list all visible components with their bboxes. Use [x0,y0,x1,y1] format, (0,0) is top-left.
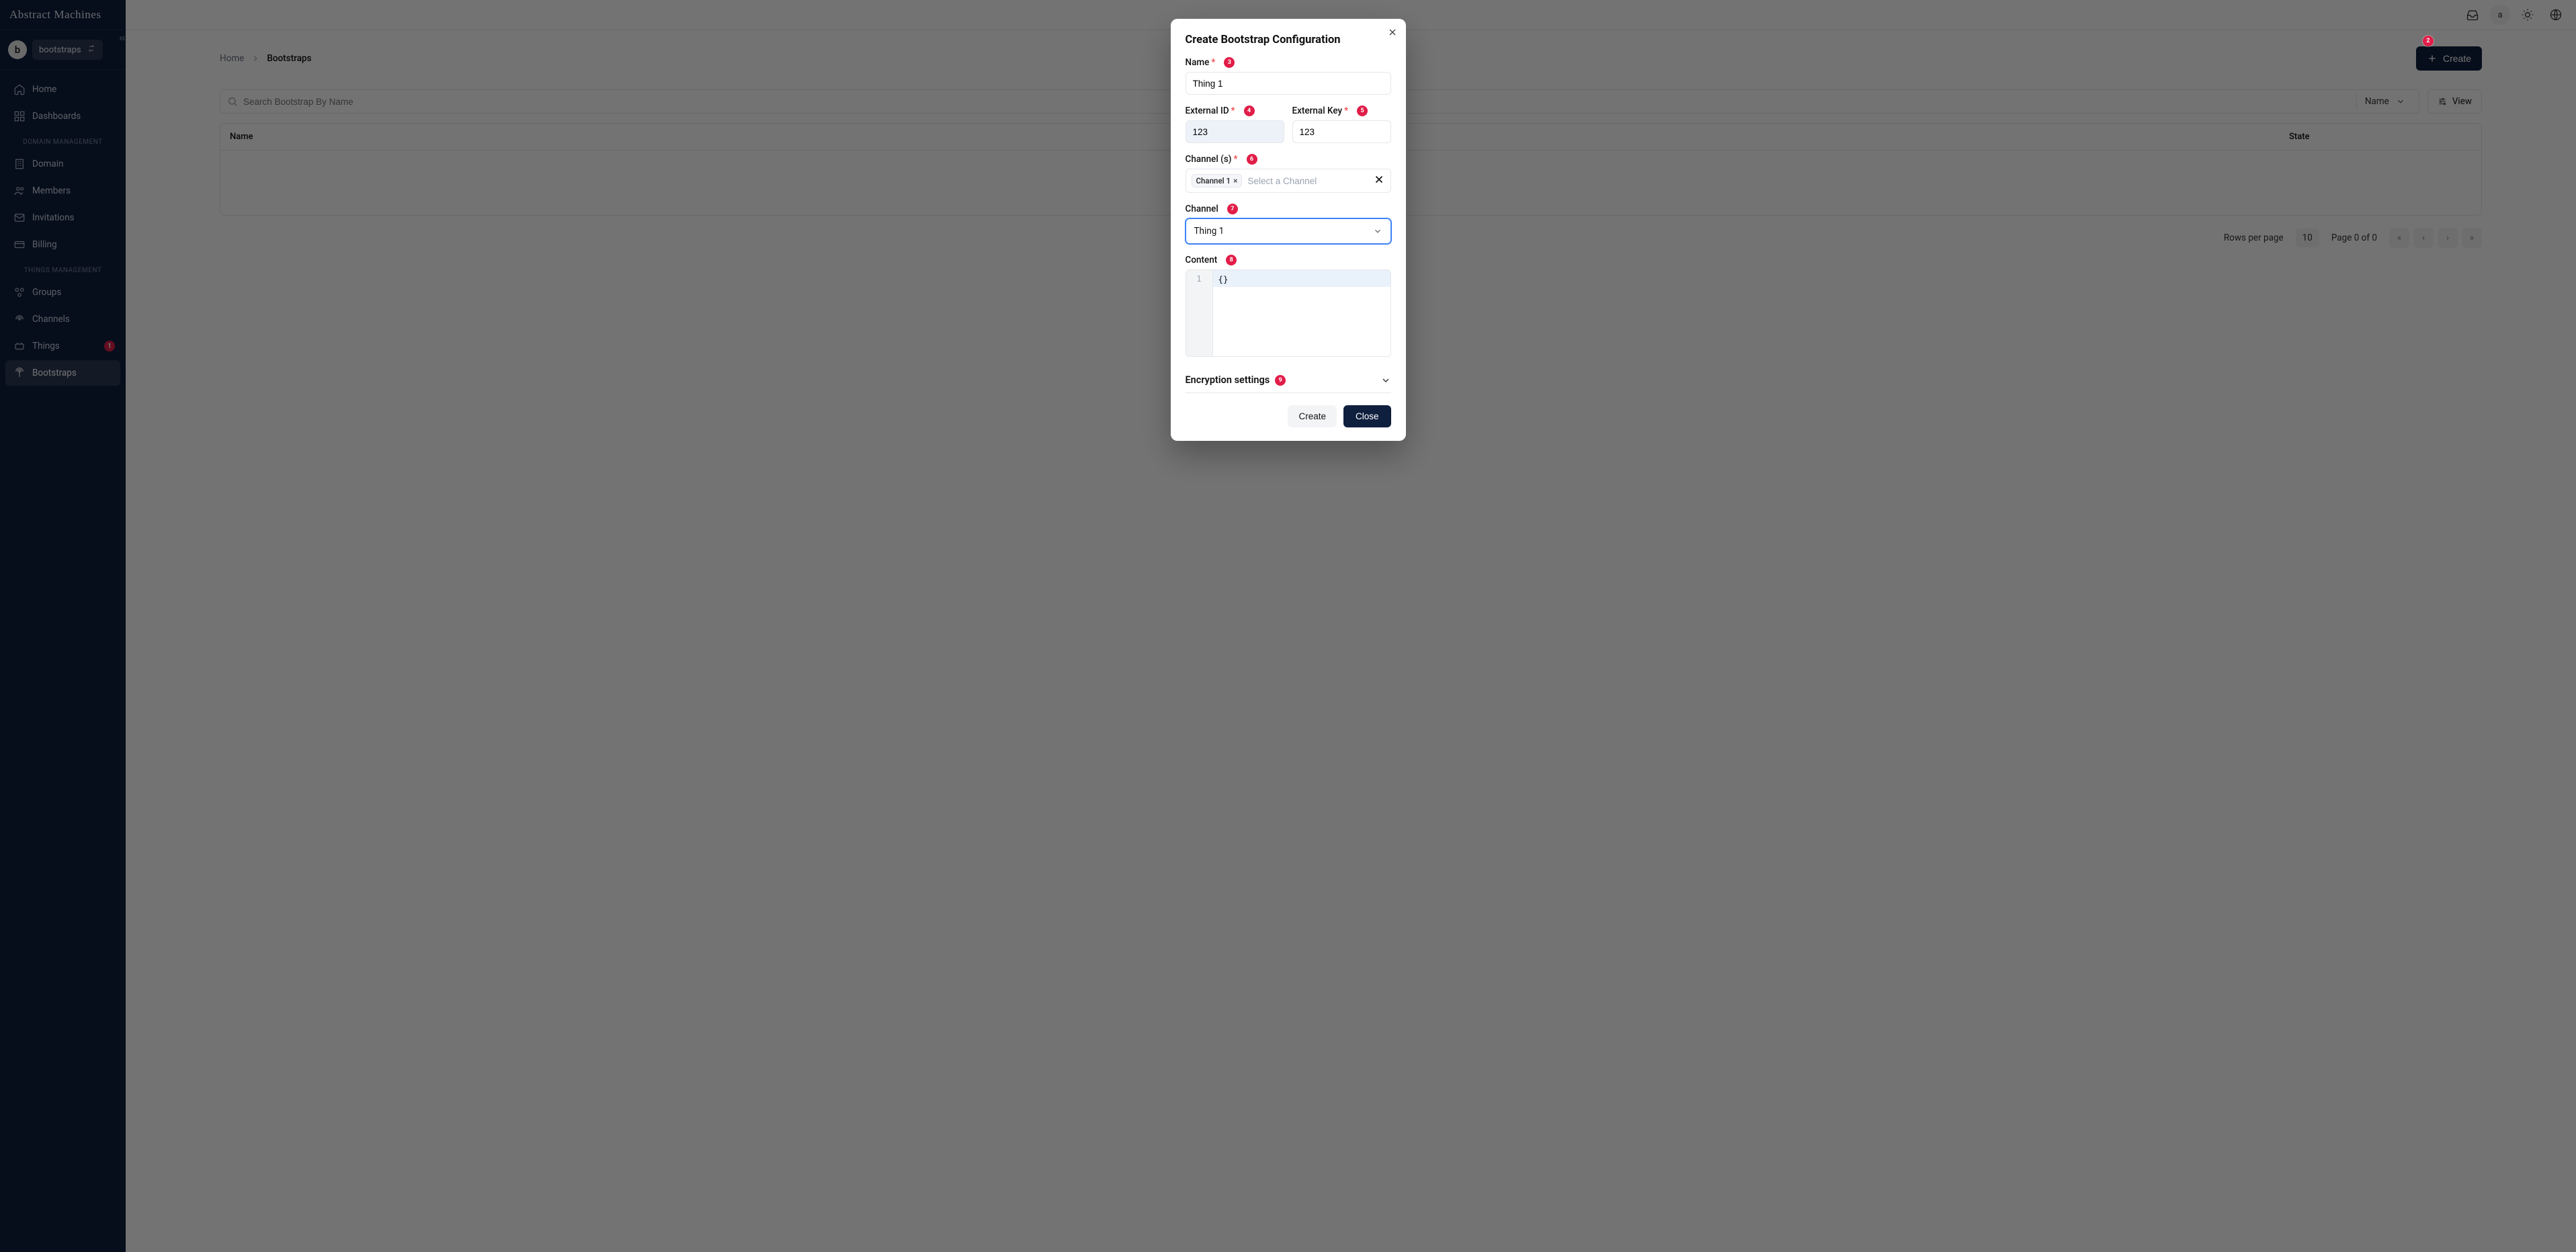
input-name[interactable] [1186,72,1391,95]
required-mark: * [1231,106,1235,116]
required-mark: * [1234,154,1238,165]
encryption-label: Encryption settings [1186,374,1270,386]
code-gutter: 1 [1186,270,1213,356]
content-editor[interactable]: 1 {} [1186,269,1391,357]
channel-select[interactable]: Thing 1 [1186,218,1391,244]
annotation-8: 8 [1226,255,1237,265]
line-number: 1 [1186,274,1212,284]
field-name: Name * 3 [1186,57,1391,95]
required-mark: * [1211,57,1215,68]
channels-input[interactable] [1246,175,1368,187]
field-channels: Channel (s) * 6 Channel 1 × [1186,154,1391,193]
modal-close-button-primary[interactable]: Close [1343,405,1391,427]
input-external-key[interactable] [1292,120,1391,143]
label-channel-single: Channel [1186,204,1218,214]
create-bootstrap-modal: Create Bootstrap Configuration Name * 3 … [1171,19,1406,441]
field-external-key: External Key * 5 [1292,106,1391,143]
label-channels: Channel (s) [1186,154,1232,165]
channels-multiselect[interactable]: Channel 1 × [1186,169,1391,193]
chip-remove-icon[interactable]: × [1233,176,1237,185]
code-line: {} [1213,270,1390,287]
modal-title: Create Bootstrap Configuration [1186,34,1391,46]
close-icon [1373,173,1385,185]
channel-select-value: Thing 1 [1194,226,1224,237]
annotation-4: 4 [1244,106,1255,116]
field-channel-single: Channel 7 Thing 1 [1186,204,1391,244]
field-content: Content 8 1 {} [1186,255,1391,357]
label-content: Content [1186,255,1218,265]
annotation-5: 5 [1357,106,1368,116]
app-root: Abstract Machines b bootstraps Home Dash… [0,0,2576,1252]
label-external-key: External Key [1292,106,1343,116]
channel-chip: Channel 1 × [1192,174,1243,187]
field-external-id: External ID * 4 [1186,106,1284,143]
annotation-6: 6 [1247,154,1257,165]
required-mark: * [1344,106,1348,116]
channel-chip-label: Channel 1 [1196,176,1231,185]
multiselect-clear[interactable] [1373,173,1385,188]
modal-overlay[interactable]: Create Bootstrap Configuration Name * 3 … [0,0,2576,1252]
annotation-7: 7 [1227,204,1238,214]
chevron-down-icon [1380,375,1391,386]
annotation-3: 3 [1224,57,1235,68]
code-body[interactable]: {} [1213,270,1390,356]
input-external-id[interactable] [1186,120,1284,143]
modal-close-button[interactable] [1387,27,1398,40]
label-name: Name [1186,57,1210,68]
annotation-9: 9 [1275,375,1286,386]
chevron-down-icon [1373,226,1382,236]
close-icon [1387,27,1398,38]
encryption-toggle[interactable]: Encryption settings 9 [1186,368,1391,393]
modal-actions: Create Close [1186,405,1391,427]
label-external-id: External ID [1186,106,1229,116]
modal-create-button[interactable]: Create [1288,405,1337,427]
